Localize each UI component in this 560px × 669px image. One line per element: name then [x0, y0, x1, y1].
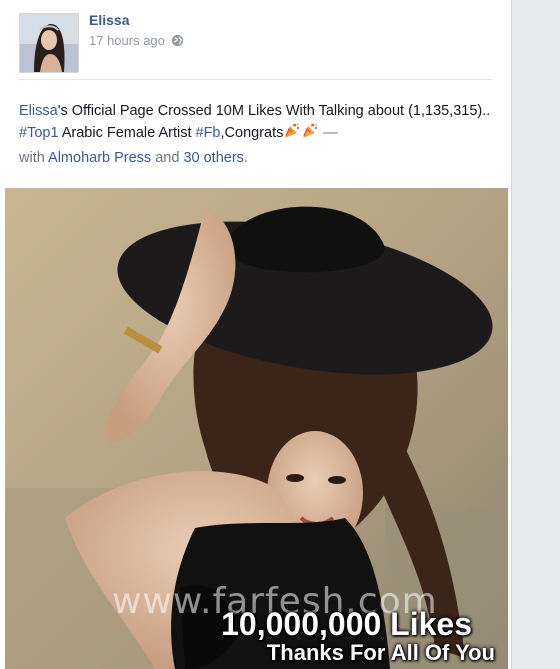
- post-text-segment: ,Congrats: [220, 125, 284, 141]
- hashtag-link-fb[interactable]: #Fb: [196, 125, 221, 141]
- timestamp-link[interactable]: 17 hours ago: [89, 33, 165, 48]
- header-divider: [19, 79, 492, 80]
- post-message: Elissa's Official Page Crossed 10M Likes…: [19, 100, 499, 169]
- others-link[interactable]: 30 others: [183, 150, 243, 166]
- news-feed-story: Elissa 17 hours ago Elissa's Official Pa…: [0, 0, 511, 669]
- globe-icon[interactable]: [171, 34, 184, 47]
- and-label: and: [155, 150, 180, 166]
- with-label: with: [19, 150, 45, 166]
- post-text-segment: Arabic Female Artist: [58, 125, 196, 141]
- avatar-photo: [20, 14, 78, 72]
- party-popper-icon: [283, 122, 301, 147]
- dash: —: [319, 125, 338, 141]
- post-photo[interactable]: www.farfesh.com 10,000,000 Likes Thanks …: [5, 188, 508, 669]
- post-meta: 17 hours ago: [89, 33, 184, 48]
- mention-link[interactable]: Elissa: [19, 103, 58, 119]
- tagged-page-link[interactable]: Almoharb Press: [48, 150, 151, 166]
- photo-caption-thanks: Thanks For All Of You: [266, 640, 495, 665]
- photo-caption-likes: 10,000,000 Likes: [221, 606, 472, 642]
- author-name-link[interactable]: Elissa: [89, 12, 129, 28]
- hashtag-link-top1[interactable]: #Top1: [19, 125, 59, 141]
- right-gutter: [511, 0, 560, 669]
- avatar[interactable]: [19, 13, 79, 73]
- party-popper-icon: [301, 122, 319, 147]
- post-text-segment: 's Official Page Crossed 10M Likes With …: [57, 103, 491, 119]
- period: .: [243, 150, 248, 166]
